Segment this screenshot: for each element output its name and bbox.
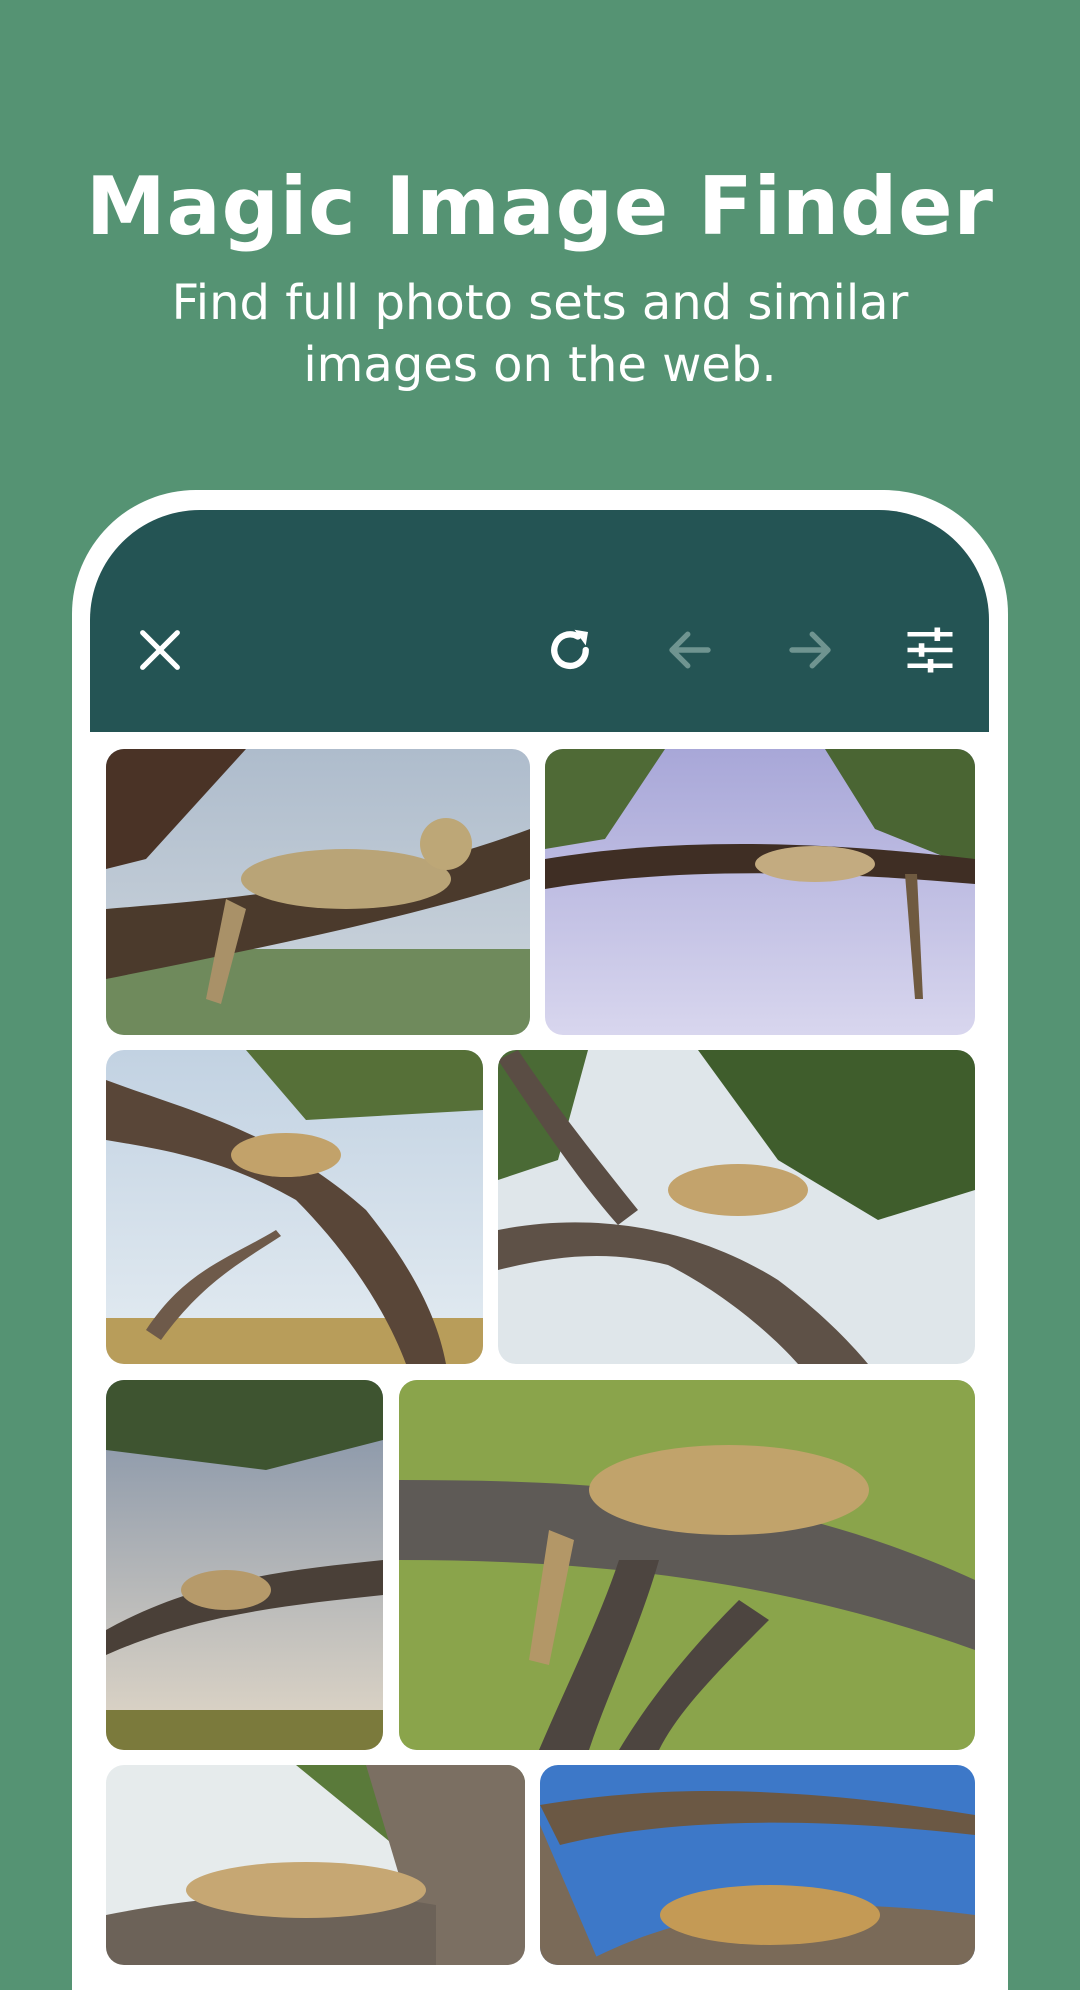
close-icon bbox=[140, 630, 180, 670]
leopard-photo bbox=[106, 1765, 525, 1965]
result-image-6[interactable] bbox=[399, 1380, 975, 1750]
result-image-1[interactable] bbox=[106, 749, 530, 1035]
result-image-8[interactable] bbox=[540, 1765, 975, 1965]
close-button[interactable] bbox=[130, 620, 190, 680]
arrow-left-icon bbox=[669, 631, 711, 669]
leopard-photo bbox=[399, 1380, 975, 1750]
hero-subtitle: Find full photo sets and similar images … bbox=[171, 275, 909, 393]
result-image-7[interactable] bbox=[106, 1765, 525, 1965]
refresh-button[interactable] bbox=[540, 620, 600, 680]
filters-button[interactable] bbox=[900, 620, 960, 680]
leopard-photo bbox=[498, 1050, 975, 1364]
sliders-icon bbox=[907, 627, 953, 673]
leopard-photo bbox=[106, 749, 530, 1035]
result-image-4[interactable] bbox=[498, 1050, 975, 1364]
leopard-photo bbox=[540, 1765, 975, 1965]
leopard-photo bbox=[106, 1050, 483, 1364]
result-image-3[interactable] bbox=[106, 1050, 483, 1364]
back-button[interactable] bbox=[660, 620, 720, 680]
arrow-right-icon bbox=[789, 631, 831, 669]
result-image-2[interactable] bbox=[545, 749, 975, 1035]
forward-button[interactable] bbox=[780, 620, 840, 680]
hero-title: Magic Image Finder bbox=[85, 160, 995, 253]
result-image-5[interactable] bbox=[106, 1380, 383, 1750]
leopard-photo bbox=[106, 1380, 383, 1750]
refresh-icon bbox=[551, 629, 589, 669]
leopard-photo bbox=[545, 749, 975, 1035]
